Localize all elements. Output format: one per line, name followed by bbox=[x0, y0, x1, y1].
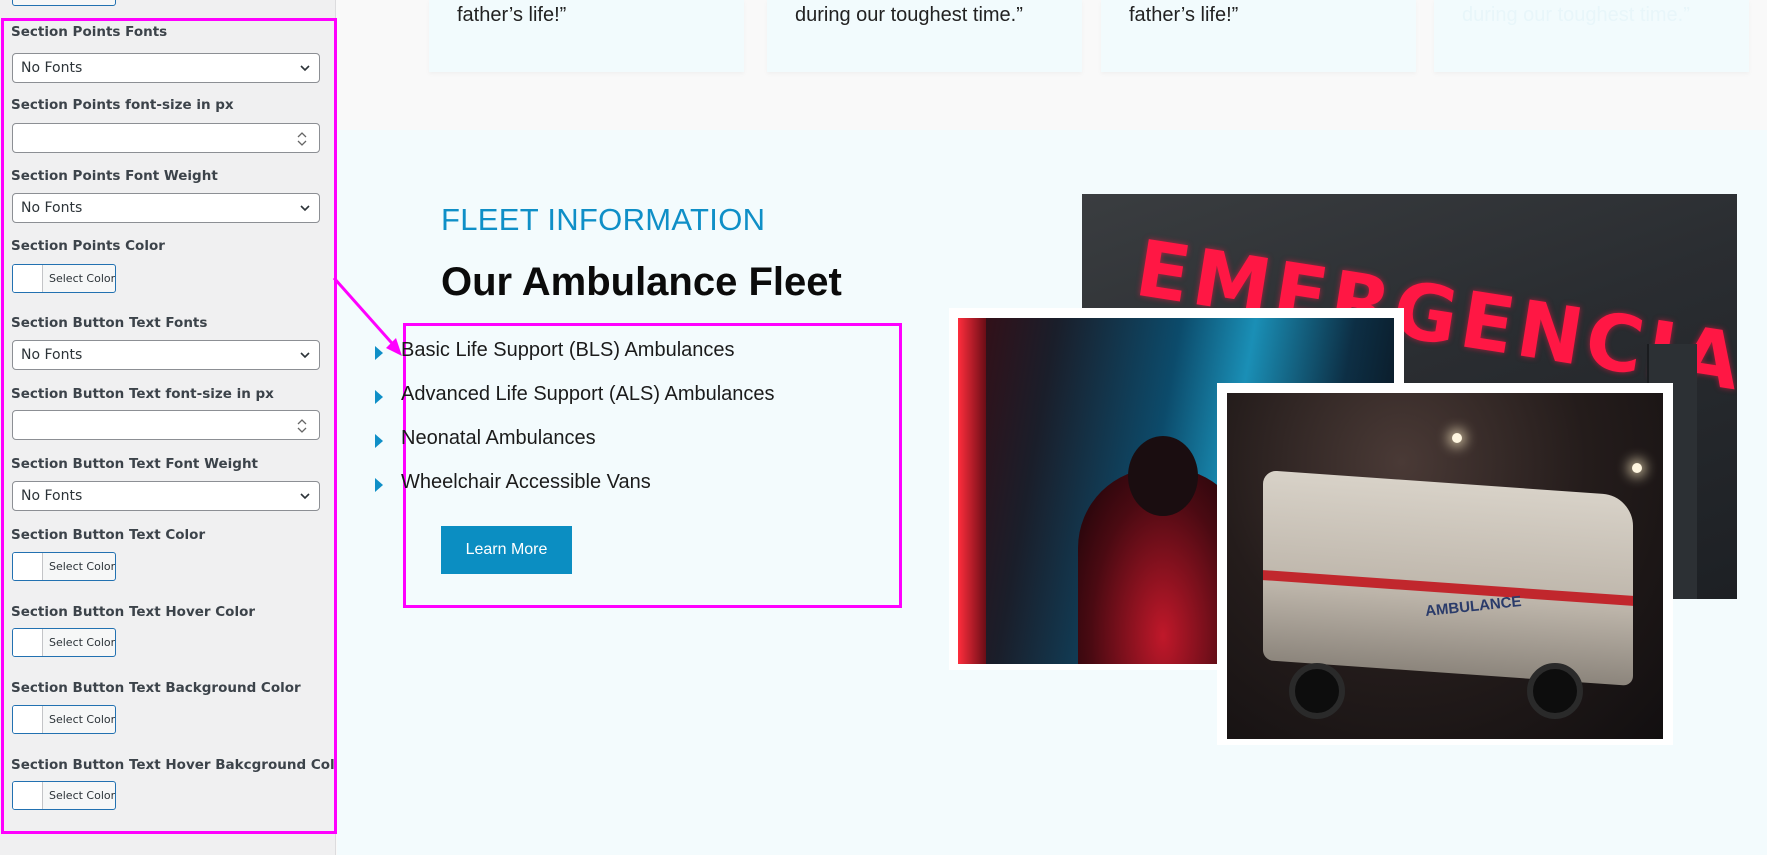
photo-detail bbox=[1289, 663, 1345, 719]
triangle-right-icon bbox=[375, 434, 383, 448]
arrow-icon bbox=[332, 277, 402, 356]
testimonial-quote: during our toughest time.” bbox=[1462, 4, 1690, 26]
triangle-right-icon bbox=[375, 478, 383, 492]
ambulance-vehicle-photo-frame: AMBULANCE bbox=[1217, 383, 1673, 745]
triangle-right-icon bbox=[375, 390, 383, 404]
learn-more-button[interactable]: Learn More bbox=[441, 526, 572, 574]
testimonials-strip: father’s life!” during our toughest time… bbox=[337, 0, 1767, 130]
testimonial-quote: father’s life!” bbox=[1129, 4, 1239, 26]
testimonial-card: father’s life!” bbox=[1101, 0, 1416, 72]
testimonial-quote: father’s life!” bbox=[457, 4, 567, 26]
testimonial-card: father’s life!” bbox=[429, 0, 744, 72]
ambulance-vehicle-photo: AMBULANCE bbox=[1227, 393, 1663, 739]
panel-highlight-box bbox=[1, 18, 337, 834]
testimonial-card: during our toughest time.” bbox=[1434, 0, 1749, 72]
photo-detail bbox=[958, 318, 986, 664]
list-item-label: Advanced Life Support (ALS) Ambulances bbox=[401, 383, 775, 405]
section-heading: Our Ambulance Fleet bbox=[441, 260, 842, 304]
section-eyebrow: FLEET INFORMATION bbox=[441, 202, 766, 237]
photo-detail bbox=[1632, 463, 1642, 473]
photo-detail bbox=[1452, 433, 1462, 443]
photo-detail bbox=[1527, 663, 1583, 719]
previous-control-button[interactable] bbox=[12, 0, 116, 6]
list-item-label: Neonatal Ambulances bbox=[401, 427, 596, 449]
testimonial-quote: during our toughest time.” bbox=[795, 4, 1023, 26]
list-item-label: Basic Life Support (BLS) Ambulances bbox=[401, 339, 735, 361]
fleet-section: FLEET INFORMATION Our Ambulance Fleet Ba… bbox=[337, 130, 1767, 855]
list-item-label: Wheelchair Accessible Vans bbox=[401, 471, 651, 493]
testimonial-card: during our toughest time.” bbox=[767, 0, 1082, 72]
photo-detail bbox=[1128, 436, 1198, 516]
